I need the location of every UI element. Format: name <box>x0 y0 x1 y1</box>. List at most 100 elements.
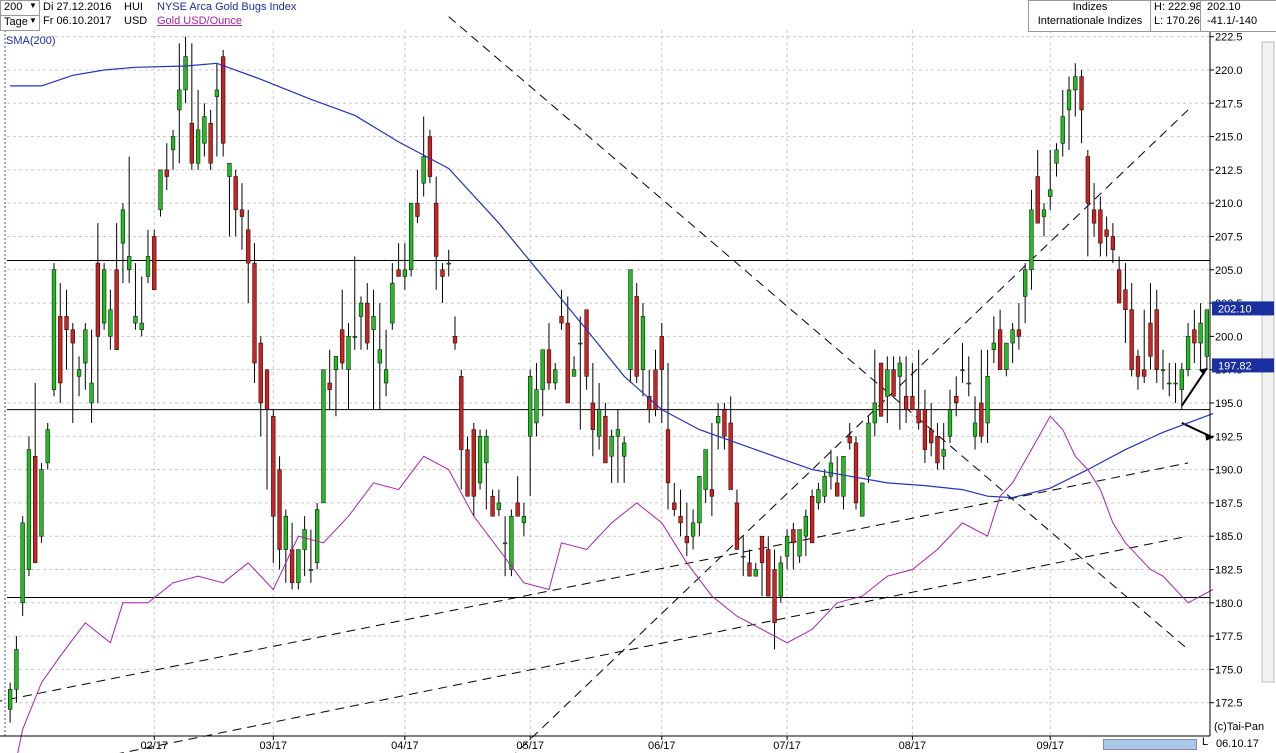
candle-body <box>929 429 934 444</box>
candle-body <box>972 422 978 437</box>
candle-body <box>120 209 126 244</box>
candle-body <box>797 529 802 557</box>
candle-body <box>722 409 727 437</box>
market-label: Indizes <box>1072 1 1108 13</box>
candle-body <box>728 422 733 490</box>
candle-body <box>540 349 545 390</box>
price-tick-label: 177.5 <box>1215 631 1243 643</box>
compare-instrument-name[interactable]: Gold USD/Ounce <box>157 15 242 27</box>
candle-body <box>822 475 827 497</box>
candle-body <box>70 329 75 344</box>
chevron-down-icon: ▼ <box>29 1 37 10</box>
candle-body <box>509 515 514 570</box>
candle-body <box>1198 322 1203 344</box>
candle-body <box>421 156 426 184</box>
date-from: Di 27.12.2016 <box>43 1 112 13</box>
candle-body <box>465 449 470 497</box>
candle-body <box>991 342 996 350</box>
price-tick-label: 207.5 <box>1215 231 1243 243</box>
candle-body <box>402 269 407 277</box>
candle-body <box>101 269 107 324</box>
candle-body <box>922 409 928 450</box>
candle-body <box>784 535 790 557</box>
interval-value: Tage <box>4 16 28 28</box>
candle-body <box>515 502 520 517</box>
price-tick-label: 205.0 <box>1215 265 1243 277</box>
candle-body <box>565 322 570 404</box>
scroll-marker[interactable]: L <box>1202 736 1208 748</box>
candle-body <box>321 369 326 504</box>
candle-body <box>95 262 100 337</box>
candle-body <box>1154 309 1159 370</box>
candle-body <box>1010 329 1015 344</box>
candle-body <box>935 436 940 464</box>
candle-body <box>697 475 702 524</box>
symbol-label: HUI <box>124 1 143 13</box>
candle-body <box>252 262 257 364</box>
candle-body <box>753 569 758 577</box>
candle-body <box>703 449 708 490</box>
interval-select[interactable]: Tage ▼ <box>0 15 40 31</box>
price-tick-label: 222.5 <box>1215 32 1243 44</box>
period-select[interactable]: 200 ▼ <box>0 0 40 16</box>
candle-body <box>1110 236 1116 251</box>
candle-body <box>58 316 63 384</box>
scroll-thumb[interactable] <box>1103 739 1197 750</box>
candle-body <box>452 336 458 344</box>
candle-body <box>114 269 119 350</box>
candle-body <box>1041 209 1047 217</box>
candle-body <box>340 329 345 364</box>
price-tick-label: 185.0 <box>1215 531 1243 543</box>
candle-body <box>903 396 909 410</box>
candle-body <box>534 389 539 424</box>
candle-body <box>853 442 859 504</box>
candle-body <box>559 316 564 324</box>
candle-body <box>1204 309 1209 357</box>
candle-body <box>277 469 282 550</box>
candle-body <box>841 456 846 497</box>
candle-body <box>709 489 715 497</box>
candle-body <box>127 256 132 271</box>
candle-body <box>659 336 664 370</box>
price-tick-label: 217.5 <box>1215 98 1243 110</box>
candle-body <box>365 302 370 344</box>
candle-body <box>1135 356 1141 377</box>
candle-body <box>1123 289 1128 310</box>
candle-body <box>571 369 577 377</box>
sma-price-label: 197.82 <box>1218 360 1252 372</box>
candle-body <box>1016 329 1022 337</box>
candle-body <box>1129 309 1134 370</box>
price-tick-label: 200.0 <box>1215 331 1243 343</box>
candle-body <box>258 342 263 404</box>
time-tick-label: 04/17 <box>391 740 419 752</box>
time-tick-label: 07/17 <box>773 740 801 752</box>
candle-body <box>1160 369 1166 371</box>
chevron-down-icon: ▼ <box>29 16 37 25</box>
candle-body <box>596 409 602 437</box>
candle-body <box>45 429 50 464</box>
candle-body <box>289 549 295 584</box>
candle-body <box>20 522 25 604</box>
candle-body <box>615 429 621 437</box>
candle-body <box>233 176 238 211</box>
candle-body <box>979 402 984 437</box>
candle-body <box>1004 342 1009 370</box>
candle-body <box>1035 176 1040 224</box>
candle-body <box>1048 189 1053 197</box>
candle-body <box>684 535 689 544</box>
indicator-label[interactable]: SMA(200) <box>6 35 56 47</box>
time-tick-label: 06/17 <box>648 740 676 752</box>
candle-body <box>145 256 151 277</box>
high-label: H: 222.98 <box>1154 1 1202 13</box>
candle-body <box>308 569 314 571</box>
candle-body <box>1167 382 1172 385</box>
candle-body <box>1054 149 1059 164</box>
candle-body <box>1148 322 1153 357</box>
candle-body <box>496 502 501 510</box>
date-to: Fr 06.10.2017 <box>43 15 112 27</box>
price-chart[interactable]: 222.5 220.0 217.5 215.0 212.5 210.0 207.5 205.0… <box>0 0 1276 753</box>
candle-body <box>584 309 589 377</box>
candle-body <box>772 569 777 624</box>
instrument-name[interactable]: NYSE Arca Gold Bugs Index <box>157 1 296 13</box>
candle-body <box>690 522 696 537</box>
